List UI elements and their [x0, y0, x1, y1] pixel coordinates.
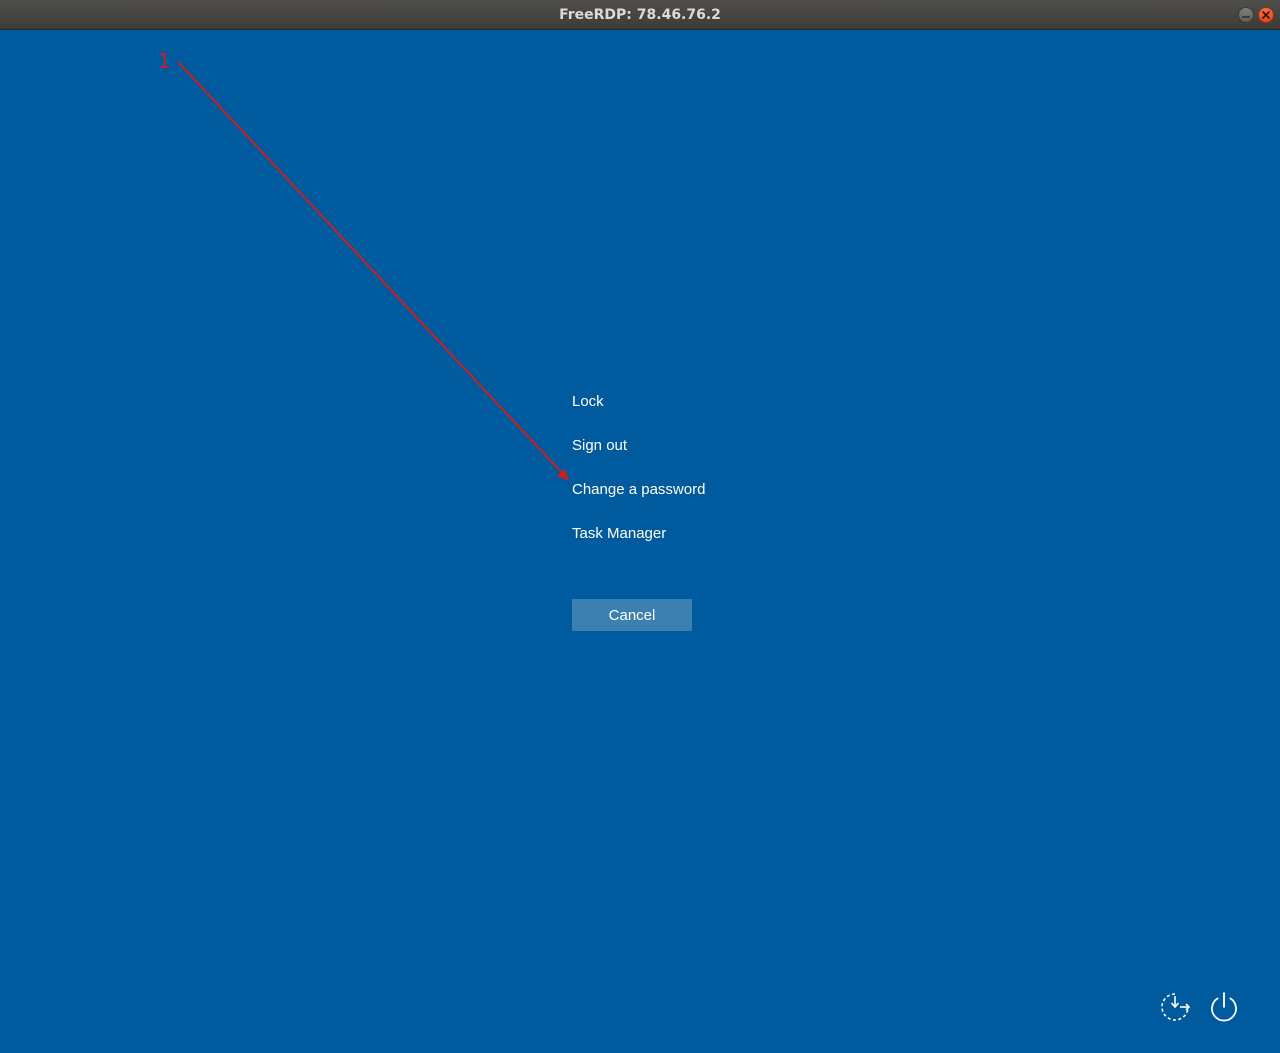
title-bar: FreeRDP: 78.46.76.2: [0, 0, 1280, 30]
lock-option[interactable]: Lock: [572, 393, 604, 410]
power-icon[interactable]: [1207, 990, 1241, 1024]
freerdp-window: FreeRDP: 78.46.76.2 Lock Sign out Change…: [0, 0, 1280, 1053]
annotation-label: 1: [158, 49, 171, 73]
minimize-button[interactable]: [1238, 7, 1254, 23]
change-password-option[interactable]: Change a password: [572, 481, 705, 498]
task-manager-option[interactable]: Task Manager: [572, 525, 666, 542]
cancel-button[interactable]: Cancel: [572, 599, 692, 631]
security-options-screen: Lock Sign out Change a password Task Man…: [0, 30, 1280, 1053]
close-button[interactable]: [1258, 7, 1274, 23]
ease-of-access-icon[interactable]: [1158, 990, 1192, 1024]
minimize-icon: [1242, 15, 1250, 18]
sign-out-option[interactable]: Sign out: [572, 437, 627, 454]
close-icon: [1262, 11, 1270, 19]
window-title: FreeRDP: 78.46.76.2: [559, 7, 721, 23]
